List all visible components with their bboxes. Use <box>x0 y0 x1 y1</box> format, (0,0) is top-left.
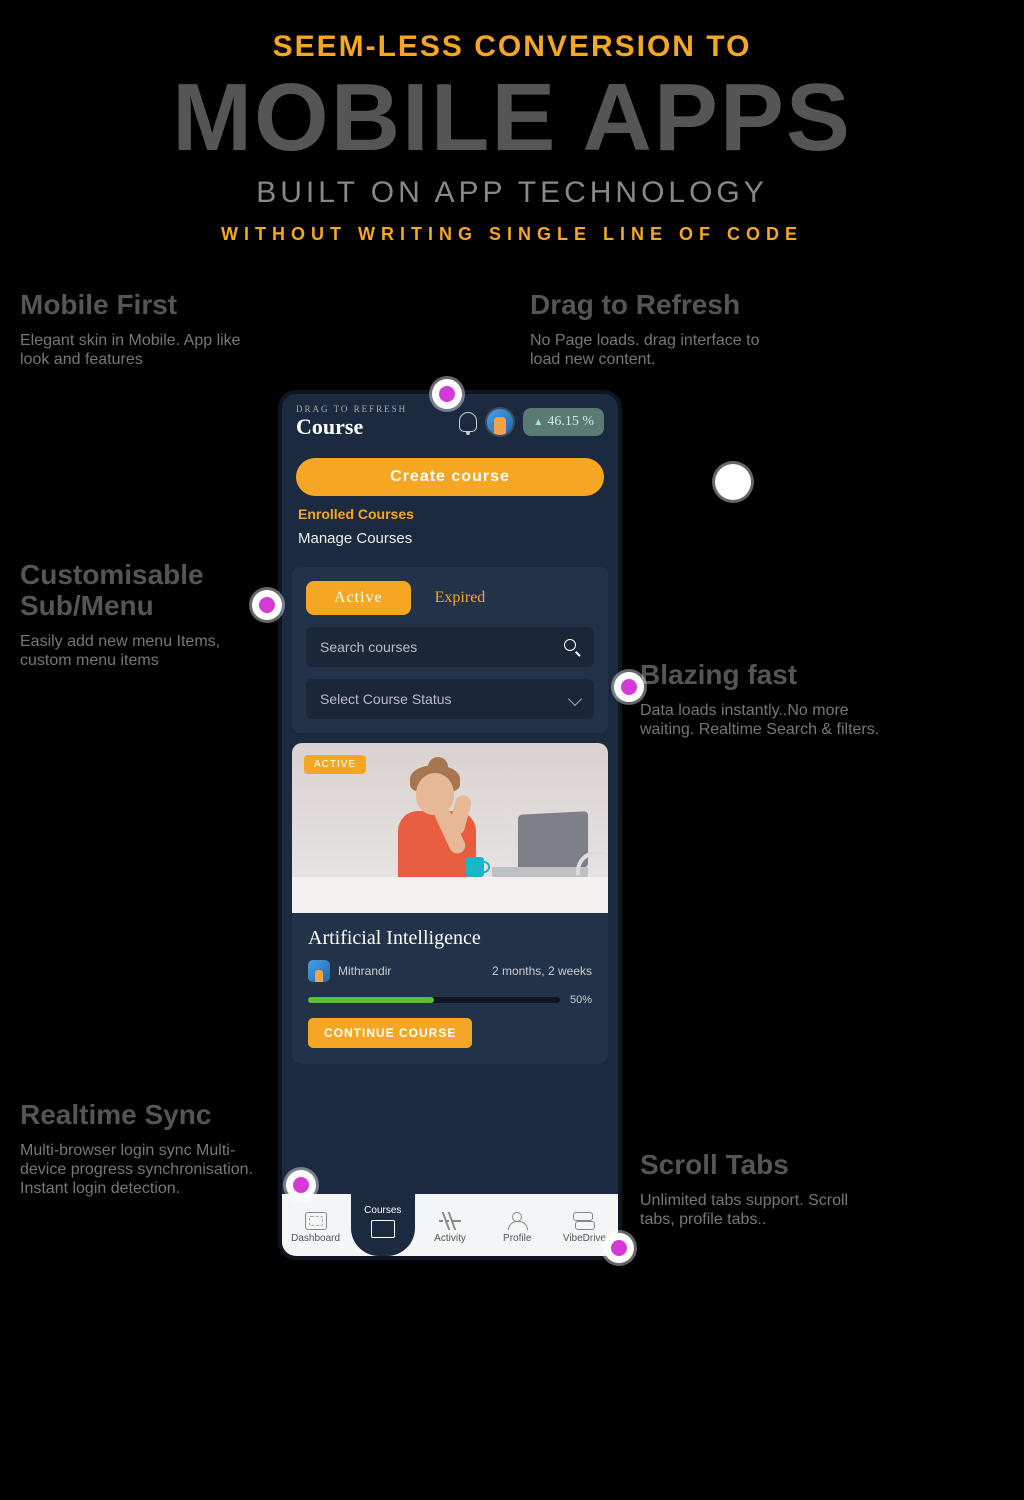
course-author[interactable]: Mithrandir <box>308 960 391 982</box>
callout-title: Realtime Sync <box>20 1100 260 1131</box>
select-placeholder: Select Course Status <box>320 691 452 707</box>
search-placeholder: Search courses <box>320 639 417 655</box>
drag-refresh-label: DRAG TO REFRESH <box>296 404 451 414</box>
nav-label: Dashboard <box>291 1233 340 1244</box>
enrolled-courses-label: Enrolled Courses <box>282 506 618 530</box>
callout-body: Elegant skin in Mobile. App like look an… <box>20 331 260 369</box>
chevron-down-icon <box>568 692 582 706</box>
progress-bar <box>308 997 560 1003</box>
filter-panel: Active Expired Search courses Select Cou… <box>292 567 608 733</box>
manage-courses-link[interactable]: Manage Courses <box>282 530 618 557</box>
activity-icon <box>439 1212 461 1230</box>
nav-label: Profile <box>503 1233 531 1244</box>
callout-mobile-first: Mobile First Elegant skin in Mobile. App… <box>20 290 260 369</box>
screen-title: Course <box>296 414 451 440</box>
course-title: Artificial Intelligence <box>308 927 592 950</box>
nav-profile[interactable]: Profile <box>484 1194 551 1256</box>
callout-title: Mobile First <box>20 290 260 321</box>
nav-dashboard[interactable]: Dashboard <box>282 1194 349 1256</box>
progress-fill <box>308 997 434 1003</box>
hotspot-dot[interactable] <box>614 672 644 702</box>
drive-icon <box>573 1212 595 1230</box>
search-icon <box>564 639 580 655</box>
callout-drag-refresh: Drag to Refresh No Page loads. drag inte… <box>530 290 770 369</box>
hero-title: MOBILE APPS <box>20 70 1004 166</box>
hotspot-dot[interactable] <box>252 590 282 620</box>
progress-pct: 50% <box>570 994 592 1006</box>
course-card[interactable]: ACTIVE Artificial Intelligence Mithrandi… <box>292 743 608 1064</box>
course-thumbnail: ACTIVE <box>292 743 608 913</box>
hotspot-dot[interactable] <box>286 1170 316 1200</box>
callout-title: Scroll Tabs <box>640 1150 880 1181</box>
author-name: Mithrandir <box>338 964 391 978</box>
callout-scroll-tabs: Scroll Tabs Unlimited tabs support. Scro… <box>640 1150 880 1229</box>
tab-expired[interactable]: Expired <box>435 589 486 607</box>
completion-badge[interactable]: ▲ 46.15 % <box>523 408 604 436</box>
callout-realtime-sync: Realtime Sync Multi-browser login sync M… <box>20 1100 260 1198</box>
book-icon <box>371 1220 395 1238</box>
phone-mockup: DRAG TO REFRESH Course ▲ 46.15 % Create … <box>278 390 622 1260</box>
callout-custom-menu: Customisable Sub/Menu Easily add new men… <box>20 560 260 670</box>
author-avatar-icon <box>308 960 330 982</box>
callout-body: Data loads instantly..No more waiting. R… <box>640 701 880 739</box>
callout-title: Blazing fast <box>640 660 880 691</box>
course-age: 2 months, 2 weeks <box>492 964 592 978</box>
user-avatar[interactable] <box>485 407 515 437</box>
notification-bell-icon[interactable] <box>459 412 477 432</box>
status-select[interactable]: Select Course Status <box>306 679 594 719</box>
nav-label: Courses <box>364 1205 401 1216</box>
hotspot-dot[interactable] <box>432 379 462 409</box>
callout-title: Drag to Refresh <box>530 290 770 321</box>
hero-subtitle-top: SEEM-LESS CONVERSION TO <box>20 30 1004 64</box>
hotspot-dot[interactable] <box>604 1233 634 1263</box>
callout-body: Easily add new menu Items, custom menu i… <box>20 632 260 670</box>
hero-subtitle-bottom: WITHOUT WRITING SINGLE LINE OF CODE <box>20 224 1004 245</box>
callout-body: Unlimited tabs support. Scroll tabs, pro… <box>640 1191 880 1229</box>
callout-title: Customisable Sub/Menu <box>20 560 260 622</box>
callout-body: Multi-browser login sync Multi-device pr… <box>20 1141 260 1199</box>
hero-subtitle-mid: BUILT ON APP TECHNOLOGY <box>20 176 1004 210</box>
callout-blazing-fast: Blazing fast Data loads instantly..No mo… <box>640 660 880 739</box>
hotspot-dot[interactable] <box>715 464 751 500</box>
completion-pct: 46.15 % <box>547 414 594 430</box>
tab-active[interactable]: Active <box>306 581 411 615</box>
nav-label: VibeDrive <box>563 1233 606 1244</box>
nav-activity[interactable]: Activity <box>416 1194 483 1256</box>
course-status-badge: ACTIVE <box>304 755 366 774</box>
nav-label: Activity <box>434 1233 466 1244</box>
arrow-up-icon: ▲ <box>533 417 543 428</box>
create-course-button[interactable]: Create course <box>296 458 604 496</box>
profile-icon <box>506 1212 528 1230</box>
bottom-nav: Dashboard Courses Activity Profile VibeD… <box>282 1194 618 1256</box>
search-input[interactable]: Search courses <box>306 627 594 667</box>
continue-course-button[interactable]: CONTINUE COURSE <box>308 1018 472 1048</box>
nav-courses[interactable]: Courses <box>349 1194 416 1256</box>
dashboard-icon <box>305 1212 327 1230</box>
callout-body: No Page loads. drag interface to load ne… <box>530 331 770 369</box>
